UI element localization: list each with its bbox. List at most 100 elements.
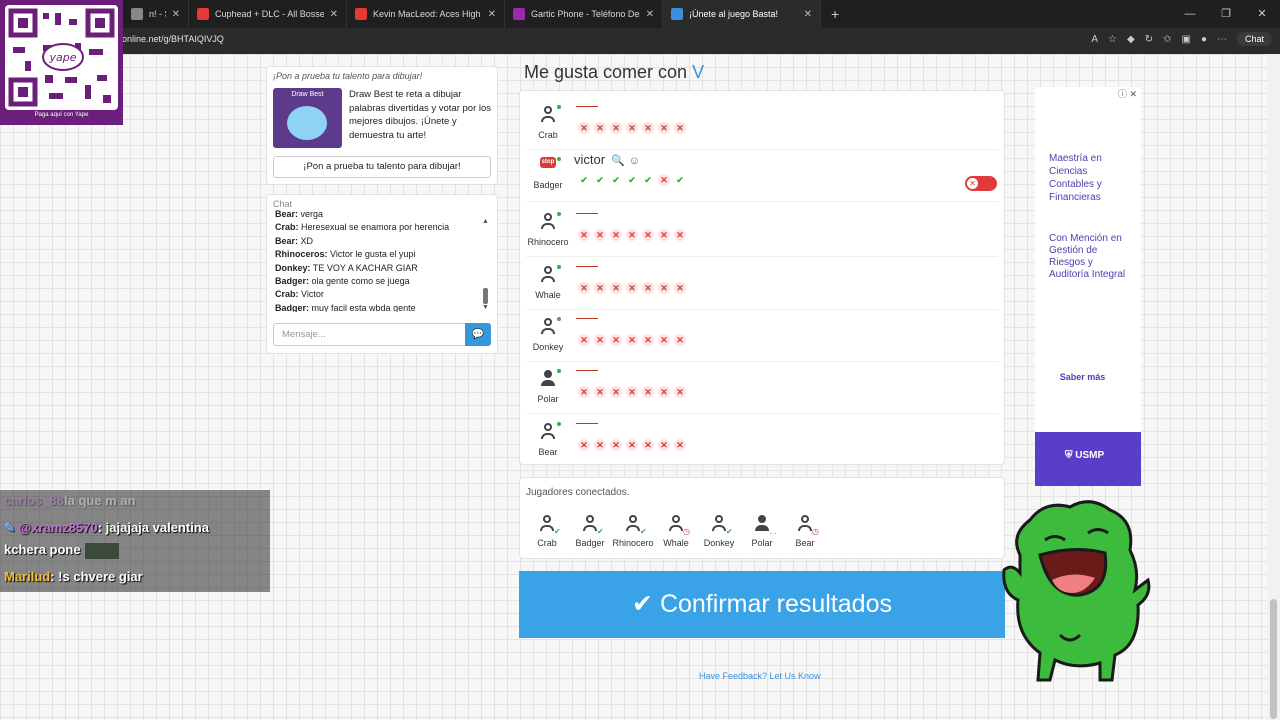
- address-bar: online.net/g/BHTAIQIVJQ A ☆ ◆ ↻ ✩ ▣ ● ⋯ …: [0, 28, 1280, 54]
- chat-user: Badger:: [275, 276, 310, 287]
- check-icon: ✔: [644, 175, 652, 185]
- cross-icon: ✕: [642, 439, 654, 451]
- chat-message: Rhinoceros: Victor le gusta el yupi: [275, 248, 480, 261]
- tab-close-icon[interactable]: ✕: [172, 9, 180, 20]
- maximize-icon[interactable]: ❐: [1208, 0, 1244, 28]
- player-name: Crab: [538, 130, 558, 140]
- promo-image[interactable]: Draw Best: [273, 88, 342, 148]
- chat-scrollbar[interactable]: ▲ ▼: [482, 218, 490, 312]
- ad-banner[interactable]: ⓘ ✕ Maestría en Ciencias Contables y Fin…: [1035, 87, 1141, 486]
- player-avatar-icon: [539, 515, 555, 531]
- scroll-down-icon[interactable]: ▼: [482, 304, 489, 311]
- confirm-results-button[interactable]: ✔ Confirmar resultados: [519, 571, 1005, 638]
- online-dot: [557, 265, 561, 269]
- tab-close-icon[interactable]: ✕: [330, 9, 338, 20]
- browser-tab[interactable]: n! - Studiop ✕: [123, 0, 189, 28]
- player-row: Donkey ✕ ✕ ✕ ✕ ✕ ✕ ✕: [526, 310, 998, 362]
- chat-text: muy facil esta wbda gente: [311, 302, 416, 312]
- menu-icon[interactable]: ⋯: [1217, 34, 1227, 45]
- tab-close-icon[interactable]: ✕: [488, 9, 496, 20]
- connected-player: … Polar: [741, 512, 783, 552]
- scroll-up-icon[interactable]: ▲: [482, 218, 489, 225]
- browser-tab[interactable]: Cuphead + DLC - All Bosses S ✕: [189, 0, 347, 28]
- browser-tab[interactable]: ¡Únete al juego Basta! ✕: [663, 0, 821, 28]
- chat-user: Rhinoceros:: [275, 249, 328, 260]
- check-icon: ✔: [596, 175, 604, 185]
- send-icon: 💬: [471, 329, 485, 340]
- chat-input[interactable]: Mensaje...: [273, 323, 465, 346]
- profile-icon[interactable]: ●: [1201, 34, 1207, 45]
- copilot-chat-button[interactable]: Chat: [1236, 32, 1272, 46]
- stream-chat-line: kchera pone: [4, 542, 119, 559]
- stream-chat-text: : !s chvere giar: [50, 569, 143, 584]
- cross-icon: ✕: [610, 386, 622, 398]
- answer-valid-toggle[interactable]: ✕: [965, 176, 997, 191]
- favorites-icon[interactable]: ✩: [1163, 34, 1171, 45]
- cross-icon: ✕: [642, 386, 654, 398]
- empty-answer: [576, 266, 598, 267]
- chat-text: verga: [300, 209, 324, 219]
- chat-user: Crab:: [275, 222, 299, 233]
- feedback-link[interactable]: Have Feedback? Let Us Know: [699, 671, 821, 681]
- emoji-icon[interactable]: ☺: [629, 155, 640, 167]
- ad-info-icon[interactable]: ⓘ ✕: [1118, 87, 1137, 100]
- close-icon: ✕: [967, 178, 978, 189]
- player-name: Whale: [535, 290, 561, 300]
- window-controls: — ❐ ✕: [1172, 0, 1280, 28]
- player-name: Rhinocero: [527, 237, 569, 247]
- page-scrollbar[interactable]: [1267, 54, 1280, 720]
- cross-icon: ✕: [578, 229, 590, 241]
- stream-chat-user: Marilud: [4, 569, 51, 584]
- promo-button[interactable]: ¡Pon a prueba tu talento para dibujar!: [273, 156, 491, 178]
- question-letter: V: [692, 62, 705, 82]
- cross-icon: ✕: [674, 386, 686, 398]
- chat-text: Victor le gusta el yupi: [330, 249, 416, 260]
- chat-user: Donkey:: [275, 262, 311, 273]
- stream-chat-user: @xramz8570: [18, 520, 98, 535]
- clock-icon: ◷: [812, 527, 819, 536]
- question-text: Me gusta comer con: [524, 62, 688, 82]
- url-field[interactable]: online.net/g/BHTAIQIVJQ: [122, 34, 224, 44]
- vote-marks: ✕ ✕ ✕ ✕ ✕ ✕ ✕: [578, 334, 686, 346]
- ad-cta[interactable]: Saber más: [1035, 372, 1130, 382]
- check-icon: ✔: [597, 527, 604, 536]
- read-aloud-icon[interactable]: A: [1091, 34, 1098, 45]
- cross-icon: ✕: [610, 229, 622, 241]
- tab-close-icon[interactable]: ✕: [804, 9, 812, 20]
- player-row: stop Badger victor 🔍 ☺ ✕ ✔ ✔ ✔ ✔ ✔ ✕ ✔: [526, 150, 998, 202]
- new-tab-icon[interactable]: +: [821, 6, 849, 22]
- player-avatar-icon: [540, 106, 556, 122]
- tab-close-icon[interactable]: ✕: [646, 9, 654, 20]
- star-icon[interactable]: ☆: [1108, 34, 1117, 45]
- player-avatar-icon: [540, 318, 556, 334]
- cross-icon: ✕: [626, 439, 638, 451]
- cross-icon: ✕: [674, 282, 686, 294]
- online-dot: [557, 422, 561, 426]
- cross-icon: ✕: [658, 229, 670, 241]
- cross-icon: ✕: [578, 282, 590, 294]
- close-window-icon[interactable]: ✕: [1244, 0, 1280, 28]
- check-icon: ✔: [612, 175, 620, 185]
- player-name: Polar: [537, 394, 559, 404]
- check-icon: ✔: [580, 175, 588, 185]
- minimize-icon[interactable]: —: [1172, 0, 1208, 28]
- stream-chat-text: kchera pone: [4, 542, 81, 557]
- chat-send-button[interactable]: 💬: [465, 323, 491, 346]
- browser-tab[interactable]: Gartic Phone - Teléfono Descomp ✕: [505, 0, 663, 28]
- refresh-icon[interactable]: ↻: [1145, 34, 1153, 45]
- collections-icon[interactable]: ▣: [1181, 34, 1190, 45]
- player-avatar-icon: [797, 515, 813, 531]
- chat-text: Victor: [301, 289, 324, 300]
- chat-user: Badger:: [275, 302, 310, 312]
- search-icon[interactable]: 🔍: [611, 155, 625, 167]
- browser-tab[interactable]: Kevin MacLeod: Aces High but lov ✕: [347, 0, 505, 28]
- stream-chat-text: : jajajaja valentina: [97, 520, 209, 535]
- extension-icon[interactable]: ◆: [1127, 34, 1135, 45]
- cross-icon: ✕: [610, 282, 622, 294]
- empty-answer: [576, 106, 598, 107]
- check-icon: ✔: [632, 590, 653, 618]
- cross-icon: ✕: [594, 229, 606, 241]
- cross-icon: ✕: [610, 334, 622, 346]
- check-icon: ✔: [628, 175, 636, 185]
- tab-label: Cuphead + DLC - All Bosses S: [215, 9, 324, 19]
